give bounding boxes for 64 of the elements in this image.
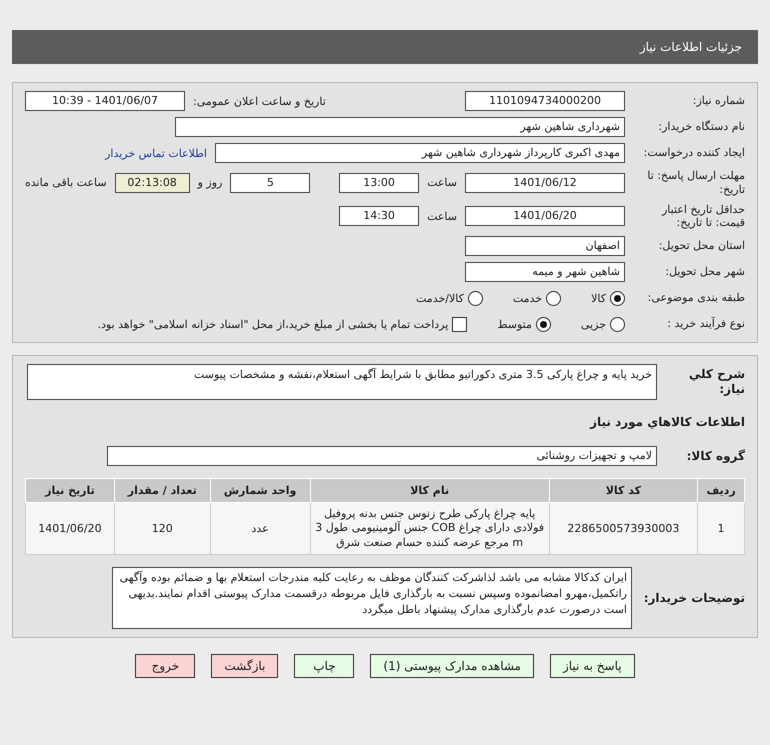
validity-date-field: 1401/06/20: [465, 206, 625, 226]
buyer-org-field: شهرداری شاهین شهر: [175, 117, 625, 137]
field-label: شرح کلي نياز:: [688, 367, 745, 397]
action-button[interactable]: خروج: [135, 654, 196, 678]
action-button[interactable]: چاپ: [294, 654, 354, 678]
radio-label: جزیی: [580, 318, 606, 330]
radio-button[interactable]: [536, 316, 551, 332]
field-label: گروه کالا:: [686, 449, 745, 463]
table-cell: 1: [698, 502, 744, 554]
column-header: تعداد / مقدار: [114, 478, 210, 502]
field-label: استان محل تحویل:: [658, 239, 745, 253]
need-number-field: 1101094734000200: [465, 91, 625, 111]
radio-label: متوسط: [497, 318, 532, 330]
buyer-contact-link[interactable]: اطلاعات تماس خریدار: [105, 146, 207, 160]
column-header: نام کالا: [310, 478, 550, 502]
checkbox-label: پرداخت تمام یا بخشی از مبلغ خرید،از محل "اسناد خزانه اسلامی" خواهد بود.: [98, 318, 448, 330]
remaining-time-field: 02:13:08: [114, 172, 190, 193]
table-cell: پایه چراغ پارکی طرح زنوس جنس بدنه پروفیل فولادی دارای چراغ COB جنس آلومینیومی طول 3 m مرجع عرضه کننده حسام صنعت شرق: [310, 502, 550, 554]
field-label: نوع فرآیند خرید :: [666, 317, 745, 331]
city-field: شاهین شهر و میمه: [465, 262, 625, 282]
field-label: ساعت: [427, 210, 457, 223]
field-label: نام دستگاه خریدار:: [657, 120, 745, 134]
field-label: شماره نیاز:: [692, 94, 745, 108]
field-label: شهر محل تحویل:: [664, 265, 745, 279]
days-field: 5: [230, 172, 310, 193]
buyer-notes-field: ایران کدکالا مشابه می باشد لذاشرکت کنندگان موظف به رعایت کلیه مندرجات استعلام بها و ضمائم بوده وآگهی راتکمیل،مهرو امضانموده وسپس نسبت به بارگذاری فایل مربوطه درقسمت مدارک پیوستی اقدام نمایند.بدیهی است درصورت عدم بارگذاری مدارک پیشنهاد باطل میگردد: [112, 566, 632, 629]
announce-date-field: 1401/06/07 - 10:39: [25, 91, 185, 111]
goods-group-field: لامپ و تجهیزات روشنائی: [107, 446, 657, 466]
column-header: واحد شمارش: [210, 478, 310, 502]
table-cell: 1401/06/20: [26, 502, 114, 554]
field-label: طبقه بندی موضوعی:: [646, 291, 745, 305]
radio-button[interactable]: [468, 290, 483, 306]
column-header: تاریخ نیاز: [26, 478, 114, 502]
summary-field: خرید پایه و چراغ پارکی 3.5 متری دکوراتیو مطابق با شرایط آگهی استعلام،نقشه و مشخصات پیوست: [27, 364, 657, 400]
creator-field: مهدی اکبری کارپرداز شهرداری شاهین شهر: [215, 143, 625, 163]
radio-button[interactable]: [610, 290, 625, 306]
radio-button[interactable]: [610, 316, 625, 332]
table-cell: 120: [114, 502, 210, 554]
field-label: تاریخ و ساعت اعلان عمومی:: [193, 94, 326, 108]
field-label: ساعت: [427, 176, 457, 190]
field-label: حداقل تاریخ اعتبار قیمت: تا تاریخ:: [660, 202, 745, 230]
checkbox[interactable]: [452, 316, 468, 332]
province-field: اصفهان: [465, 236, 625, 256]
deadline-date-field: 1401/06/12: [465, 172, 625, 193]
column-header: ردیف: [698, 478, 744, 502]
field-label: ایجاد کننده درخواست:: [642, 146, 745, 160]
column-header: کد کالا: [549, 478, 698, 502]
table-cell: عدد: [210, 502, 310, 554]
radio-label: خدمت: [512, 292, 542, 304]
deadline-time-field: 13:00: [339, 172, 420, 193]
field-label: ساعت باقی مانده: [25, 176, 107, 190]
radio-label: کالا/خدمت: [416, 292, 464, 304]
field-label: روز و: [198, 176, 222, 190]
action-button[interactable]: پاسخ به نیاز: [550, 654, 635, 678]
action-button[interactable]: مشاهده مدارک پیوستی (1): [370, 654, 534, 678]
page-header: جزئیات اطلاعات نیاز: [12, 30, 758, 64]
table-cell: 2286500573930003: [549, 502, 698, 554]
radio-button[interactable]: [546, 290, 562, 306]
action-button[interactable]: بازگشت: [211, 654, 278, 678]
field-label: مهلت ارسال پاسخ: تا تاریخ:: [646, 169, 745, 196]
field-label: توضیحات خریدار:: [642, 590, 745, 605]
radio-label: کالا: [591, 292, 606, 304]
validity-time-field: 14:30: [339, 206, 420, 226]
section-title: اطلاعات کالاهاي مورد نياز: [590, 415, 745, 429]
